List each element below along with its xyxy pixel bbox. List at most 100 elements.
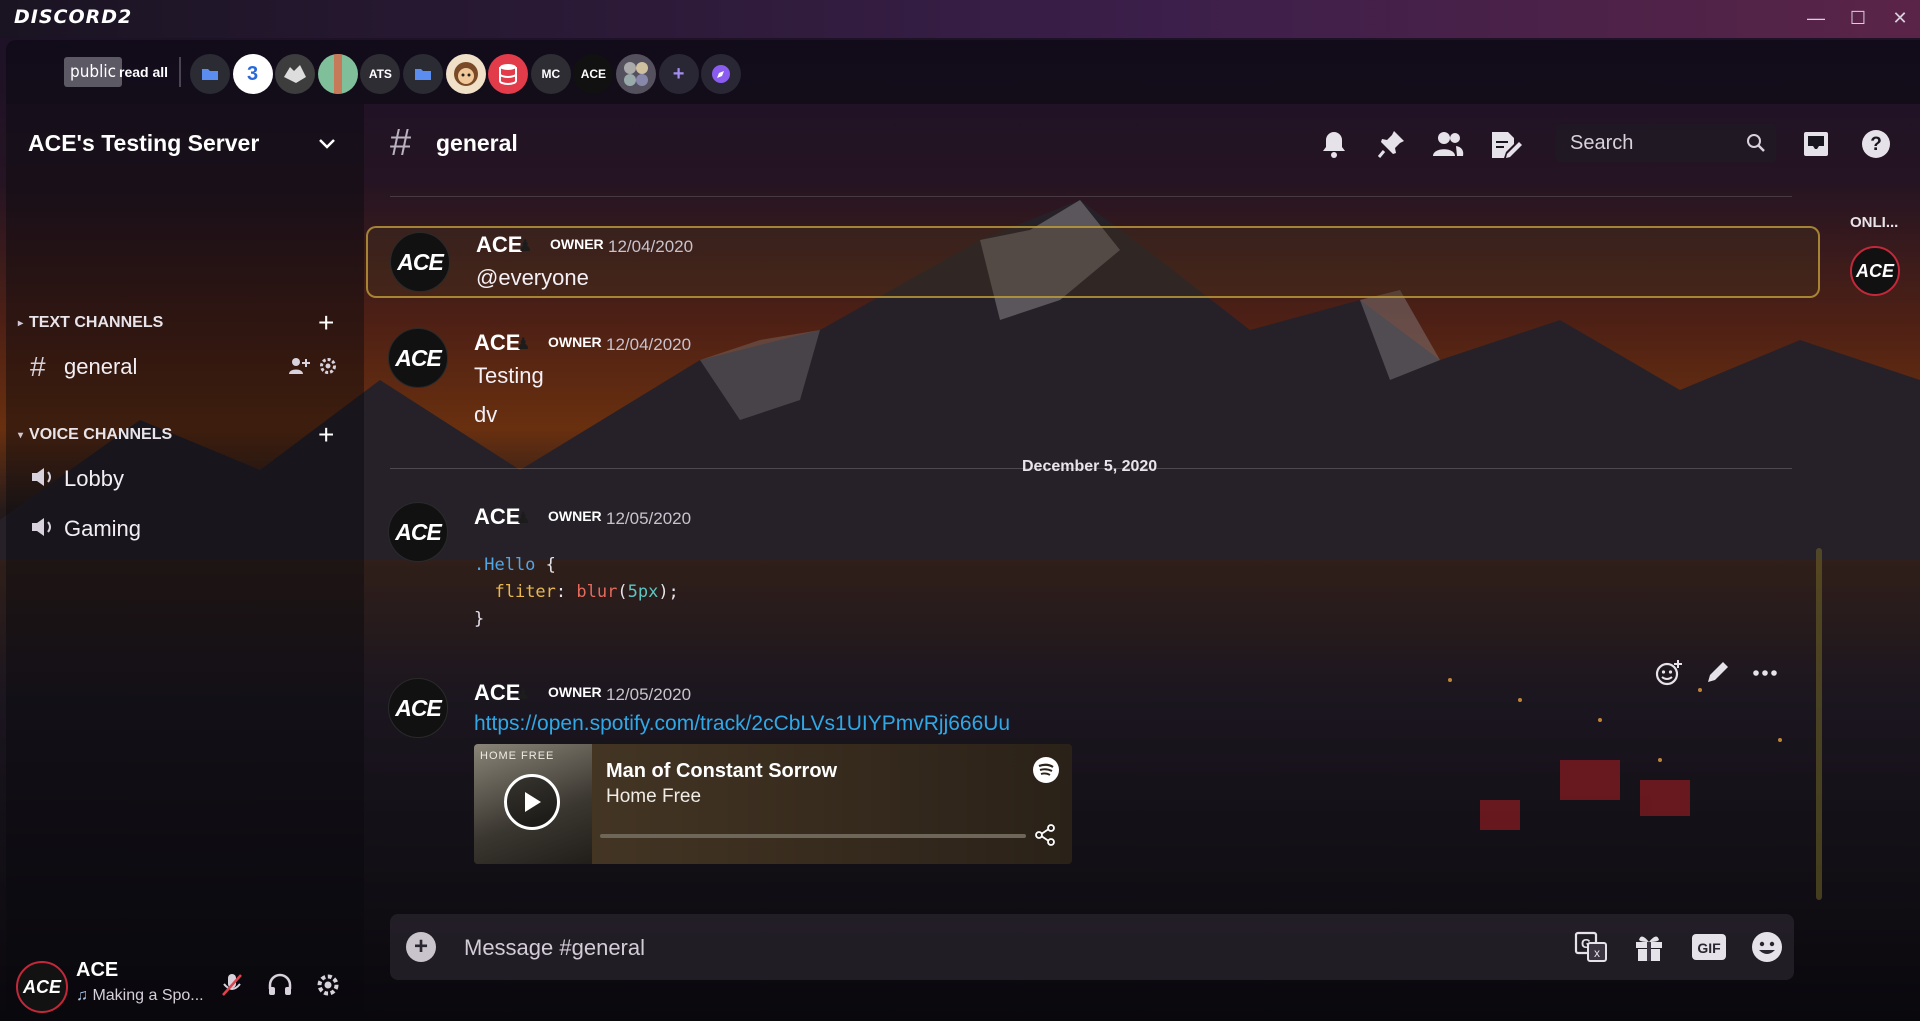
share-icon[interactable] bbox=[1034, 824, 1056, 851]
track-progress-bar[interactable] bbox=[600, 834, 1026, 838]
attach-plus-icon[interactable]: + bbox=[406, 932, 436, 962]
more-options-icon[interactable] bbox=[1748, 656, 1782, 690]
title-bar: DISCORD2 — ☐ ✕ bbox=[0, 0, 1920, 38]
add-reaction-icon[interactable] bbox=[1652, 656, 1686, 690]
voice-channel-lobby[interactable]: Lobby bbox=[30, 460, 124, 498]
server-header[interactable]: ACE's Testing Server bbox=[6, 104, 364, 184]
online-category-label: ONLI... bbox=[1850, 214, 1899, 231]
speaker-icon bbox=[30, 463, 64, 495]
avatar[interactable]: ACE bbox=[16, 961, 68, 1013]
server-green-icon[interactable] bbox=[317, 54, 358, 94]
app-logo: DISCORD2 bbox=[14, 6, 133, 28]
folder-2-folder-icon[interactable] bbox=[403, 54, 443, 94]
bell-icon[interactable] bbox=[1316, 126, 1352, 162]
svg-text:?: ? bbox=[1870, 134, 1882, 155]
server-3-icon[interactable]: 3 bbox=[232, 54, 273, 94]
role-badge: OWNER bbox=[548, 684, 602, 700]
public-toggle[interactable]: public bbox=[64, 57, 123, 87]
avatar[interactable]: ACE bbox=[388, 678, 448, 738]
translate-icon[interactable]: Gx bbox=[1572, 928, 1610, 966]
code-text: ( bbox=[617, 582, 628, 602]
add-text-channel-icon[interactable]: + bbox=[318, 309, 334, 337]
category-text-channels[interactable]: ▸ TEXT CHANNELS bbox=[18, 310, 163, 336]
notes-icon[interactable] bbox=[1488, 126, 1524, 162]
member-list: ONLI... ACE bbox=[1820, 184, 1920, 884]
invite-icon[interactable] bbox=[288, 356, 312, 381]
avatar[interactable]: ACE bbox=[390, 232, 450, 292]
message-author[interactable]: ACE bbox=[474, 680, 520, 706]
hash-icon: # bbox=[390, 122, 412, 164]
chevron-down-icon bbox=[316, 132, 338, 159]
chevron-right-icon: ▸ bbox=[18, 317, 24, 329]
message-toolbar bbox=[1652, 654, 1782, 690]
minimize-button[interactable]: — bbox=[1800, 4, 1832, 32]
maximize-button[interactable]: ☐ bbox=[1842, 4, 1874, 32]
album-label: HOME FREE bbox=[480, 750, 555, 762]
code-number: 5px bbox=[627, 582, 659, 602]
channel-settings-icon[interactable] bbox=[318, 356, 338, 381]
play-button[interactable] bbox=[504, 774, 560, 830]
message-mention[interactable]: ACE ACE ♟ OWNER 12/04/2020 @everyone bbox=[366, 226, 1820, 298]
gift-icon[interactable] bbox=[1630, 928, 1668, 966]
edit-pencil-icon[interactable] bbox=[1700, 656, 1734, 690]
server-face-icon[interactable] bbox=[445, 54, 486, 94]
code-function: blur bbox=[576, 582, 618, 602]
channel-title: general bbox=[436, 130, 518, 156]
track-artist[interactable]: Home Free bbox=[606, 786, 701, 808]
server-name: ACE's Testing Server bbox=[28, 130, 260, 156]
message[interactable]: ACE ACE ♟ OWNER 12/04/2020 Testing dv bbox=[366, 328, 1816, 438]
avatar[interactable]: ACE bbox=[388, 502, 448, 562]
gif-icon[interactable]: GIF bbox=[1690, 928, 1728, 966]
voice-channel-gaming[interactable]: Gaming bbox=[30, 510, 141, 548]
owner-badge-icon: ♟ bbox=[516, 510, 531, 527]
explore-servers-icon[interactable] bbox=[701, 54, 742, 94]
search-input[interactable] bbox=[1568, 130, 1742, 156]
help-icon[interactable]: ? bbox=[1858, 126, 1894, 162]
role-badge: OWNER bbox=[548, 334, 602, 350]
category-voice-channels[interactable]: ▾ VOICE CHANNELS bbox=[18, 422, 172, 448]
headphones-icon[interactable] bbox=[264, 969, 296, 1001]
message-composer: + Gx GIF bbox=[390, 914, 1794, 980]
user-status-text: Making a Spo... bbox=[92, 987, 204, 1004]
header-divider bbox=[390, 196, 1792, 197]
server-ace-icon[interactable]: ACE bbox=[573, 54, 614, 94]
message-input[interactable] bbox=[462, 930, 1266, 966]
mute-mic-icon[interactable] bbox=[216, 969, 248, 1001]
emoji-icon[interactable] bbox=[1748, 928, 1786, 966]
message-timestamp: 12/05/2020 bbox=[606, 685, 692, 704]
owner-badge-icon: ♟ bbox=[516, 686, 531, 703]
search-bar[interactable] bbox=[1556, 124, 1776, 162]
avatar[interactable]: ACE bbox=[388, 328, 448, 388]
message-author[interactable]: ACE bbox=[476, 232, 522, 258]
scrollbar-thumb[interactable] bbox=[1816, 548, 1822, 900]
user-status: ♫ Making a Spo... bbox=[76, 987, 204, 1005]
read-all-button[interactable]: read all bbox=[119, 57, 168, 87]
add-voice-channel-icon[interactable]: + bbox=[318, 421, 334, 449]
folder-1-folder-icon[interactable] bbox=[190, 54, 230, 94]
spotify-icon[interactable] bbox=[1032, 756, 1060, 789]
server-wolf-icon[interactable] bbox=[275, 54, 316, 94]
channel-general[interactable]: # general bbox=[30, 348, 137, 386]
server-bar-divider bbox=[179, 57, 181, 87]
server-db-icon[interactable] bbox=[488, 54, 529, 94]
channel-label: Lobby bbox=[64, 466, 124, 491]
message-author[interactable]: ACE bbox=[474, 504, 520, 530]
pin-icon[interactable] bbox=[1374, 126, 1410, 162]
user-name: ACE bbox=[76, 959, 119, 981]
server-mc-icon[interactable]: MC bbox=[530, 54, 571, 94]
user-settings-gear-icon[interactable] bbox=[312, 969, 344, 1001]
server-bar: public read all 3 ATS MC ACE + bbox=[6, 40, 1920, 104]
message-timestamp: 12/05/2020 bbox=[606, 509, 692, 528]
add-server-icon[interactable]: + bbox=[658, 54, 699, 94]
close-button[interactable]: ✕ bbox=[1884, 4, 1916, 32]
inbox-icon[interactable] bbox=[1798, 126, 1834, 162]
channel-sidebar: ACE's Testing Server ▸ TEXT CHANNELS + #… bbox=[6, 104, 364, 1021]
search-icon[interactable] bbox=[1746, 133, 1766, 158]
track-title[interactable]: Man of Constant Sorrow bbox=[606, 760, 837, 783]
server-ats-icon[interactable]: ATS bbox=[360, 54, 401, 94]
member-avatar[interactable]: ACE bbox=[1850, 246, 1900, 296]
message-author[interactable]: ACE bbox=[474, 330, 520, 356]
members-icon[interactable] bbox=[1430, 126, 1466, 162]
spotify-link[interactable]: https://open.spotify.com/track/2cCbLVs1U… bbox=[474, 712, 1010, 736]
server-multi-icon[interactable] bbox=[616, 54, 656, 94]
